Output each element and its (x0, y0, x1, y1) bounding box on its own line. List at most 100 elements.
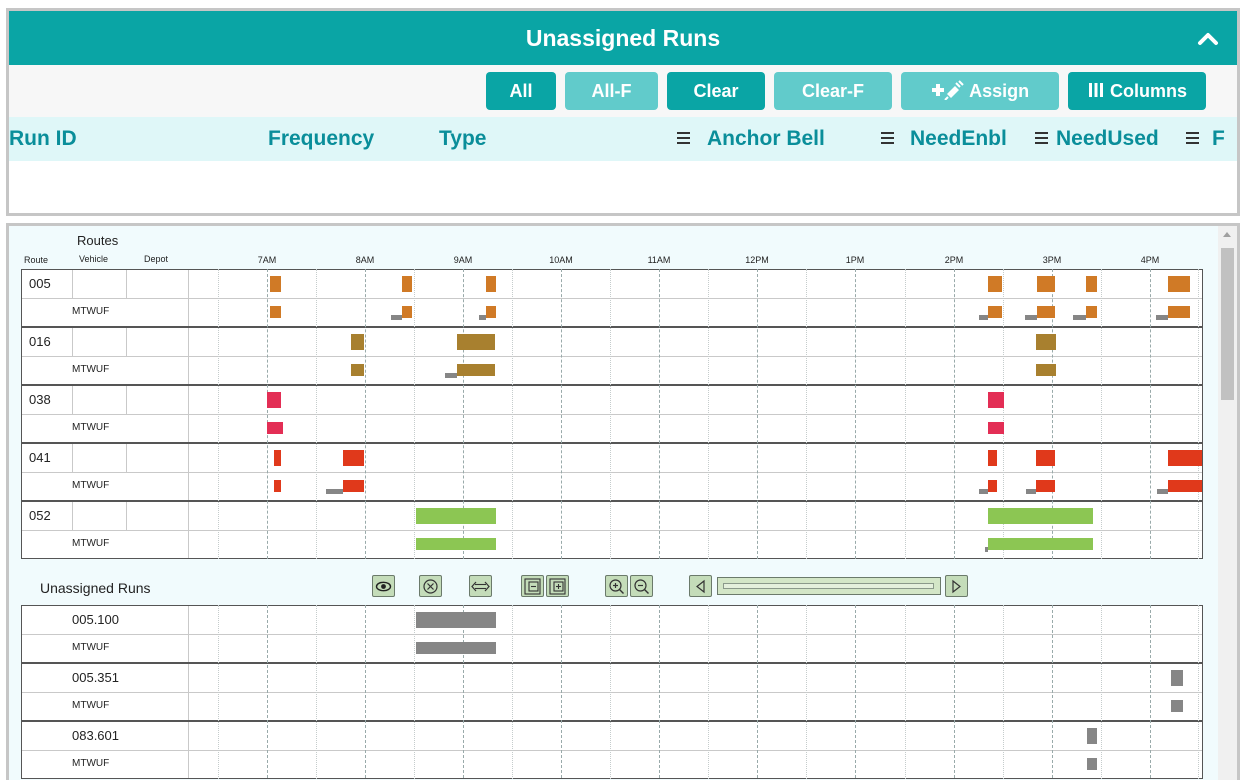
cancel-circle-icon[interactable] (419, 575, 442, 597)
time-label: 3PM (1042, 255, 1062, 265)
all-button-label: All (509, 81, 533, 101)
route-row[interactable]: 038 (22, 386, 1202, 415)
run-bar[interactable] (416, 538, 496, 550)
run-bar[interactable] (416, 612, 496, 628)
run-bar[interactable] (343, 480, 364, 492)
run-bar[interactable] (351, 334, 364, 350)
run-bar[interactable] (274, 480, 281, 492)
deadhead-bar (979, 489, 988, 494)
scrollbar-thumb[interactable] (1221, 248, 1234, 400)
run-bar[interactable] (1168, 480, 1202, 492)
zoom-out-icon[interactable] (630, 575, 653, 597)
route-row[interactable]: 005 (22, 270, 1202, 299)
run-bar[interactable] (988, 480, 997, 492)
run-bar[interactable] (988, 392, 1004, 408)
column-menu-icon[interactable] (1186, 132, 1199, 144)
column-type[interactable]: Type (439, 117, 486, 161)
columns-button[interactable]: Columns (1068, 72, 1206, 110)
run-bar[interactable] (988, 450, 997, 466)
run-bar[interactable] (270, 306, 281, 318)
scroll-left-icon[interactable] (689, 575, 712, 597)
run-bar[interactable] (1168, 306, 1190, 318)
route-id: 041 (29, 450, 51, 465)
run-bar[interactable] (1036, 480, 1055, 492)
run-bar[interactable] (1037, 306, 1055, 318)
run-bar[interactable] (1171, 700, 1183, 712)
column-run-id[interactable]: Run ID (9, 117, 77, 161)
scroll-up-arrow-icon[interactable] (1223, 232, 1231, 237)
unassigned-run-frequency-row[interactable]: MTWUF (22, 692, 1202, 720)
time-label: 7AM (257, 255, 277, 265)
column-anchor-bell[interactable]: Anchor Bell (707, 117, 825, 161)
route-row[interactable]: 041 (22, 444, 1202, 473)
fit-width-icon[interactable] (469, 575, 492, 597)
time-slider-track[interactable] (723, 583, 934, 589)
all-f-button[interactable]: All-F (565, 72, 658, 110)
run-bar[interactable] (1168, 450, 1202, 466)
route-frequency-row[interactable]: MTWUF (22, 472, 1202, 500)
run-bar[interactable] (1168, 276, 1190, 292)
chevron-up-icon[interactable] (1197, 30, 1219, 46)
run-bar[interactable] (416, 508, 496, 524)
run-bar[interactable] (486, 276, 496, 292)
column-frequency[interactable]: Frequency (268, 117, 374, 161)
run-bar[interactable] (1036, 450, 1055, 466)
run-bar[interactable] (267, 422, 283, 434)
row-expand-icon[interactable] (546, 575, 569, 597)
run-bar[interactable] (988, 538, 1093, 550)
run-bar[interactable] (1171, 670, 1183, 686)
row-collapse-icon[interactable] (521, 575, 544, 597)
unassigned-run-frequency-row[interactable]: MTWUF (22, 750, 1202, 778)
all-button[interactable]: All (486, 72, 556, 110)
run-bar[interactable] (1086, 276, 1097, 292)
clear-f-button[interactable]: Clear-F (774, 72, 892, 110)
deadhead-bar (445, 373, 457, 378)
run-bar[interactable] (416, 642, 496, 654)
run-bar[interactable] (1087, 728, 1097, 744)
run-bar[interactable] (457, 334, 495, 350)
route-frequency: MTWUF (72, 306, 110, 317)
run-bar[interactable] (351, 364, 364, 376)
run-bar[interactable] (1086, 306, 1097, 318)
run-bar[interactable] (1036, 364, 1056, 376)
run-bar[interactable] (1087, 758, 1097, 770)
run-bar[interactable] (1036, 334, 1056, 350)
run-bar[interactable] (988, 508, 1093, 524)
eye-icon[interactable] (372, 575, 395, 597)
scroll-right-icon[interactable] (945, 575, 968, 597)
column-menu-icon[interactable] (881, 132, 894, 144)
run-bar[interactable] (402, 306, 412, 318)
run-bar[interactable] (343, 450, 364, 466)
run-bar[interactable] (457, 364, 495, 376)
vertical-scrollbar[interactable] (1218, 226, 1237, 780)
column-need-enbl[interactable]: NeedEnbl (910, 117, 1007, 161)
run-bar[interactable] (1037, 276, 1055, 292)
unassigned-run-row[interactable]: 005.351 (22, 664, 1202, 693)
run-bar[interactable] (988, 422, 1004, 434)
clear-button[interactable]: Clear (667, 72, 765, 110)
gridline (806, 269, 807, 559)
route-row[interactable]: 016 (22, 328, 1202, 357)
route-frequency-row[interactable]: MTWUF (22, 356, 1202, 384)
column-menu-icon[interactable] (677, 132, 690, 144)
run-bar[interactable] (274, 450, 281, 466)
unassigned-run-row[interactable]: 083.601 (22, 722, 1202, 751)
run-bar[interactable] (402, 276, 412, 292)
zoom-in-icon[interactable] (605, 575, 628, 597)
unassigned-run-frequency-row[interactable]: MTWUF (22, 634, 1202, 662)
run-bar[interactable] (270, 276, 281, 292)
assign-button[interactable]: Assign (901, 72, 1059, 110)
route-frequency-row[interactable]: MTWUF (22, 414, 1202, 442)
run-bar[interactable] (988, 276, 1002, 292)
unassigned-run-row[interactable]: 005.100 (22, 606, 1202, 635)
unassigned-run-group: 083.601 MTWUF (21, 721, 1203, 779)
run-bar[interactable] (486, 306, 496, 318)
column-f[interactable]: F (1212, 117, 1225, 161)
column-menu-icon[interactable] (1035, 132, 1048, 144)
run-bar[interactable] (988, 306, 1002, 318)
time-slider[interactable] (717, 577, 941, 595)
route-frequency-row[interactable]: MTWUF (22, 298, 1202, 326)
column-need-used[interactable]: NeedUsed (1056, 117, 1159, 161)
clear-f-button-label: Clear-F (801, 81, 864, 101)
run-bar[interactable] (267, 392, 281, 408)
